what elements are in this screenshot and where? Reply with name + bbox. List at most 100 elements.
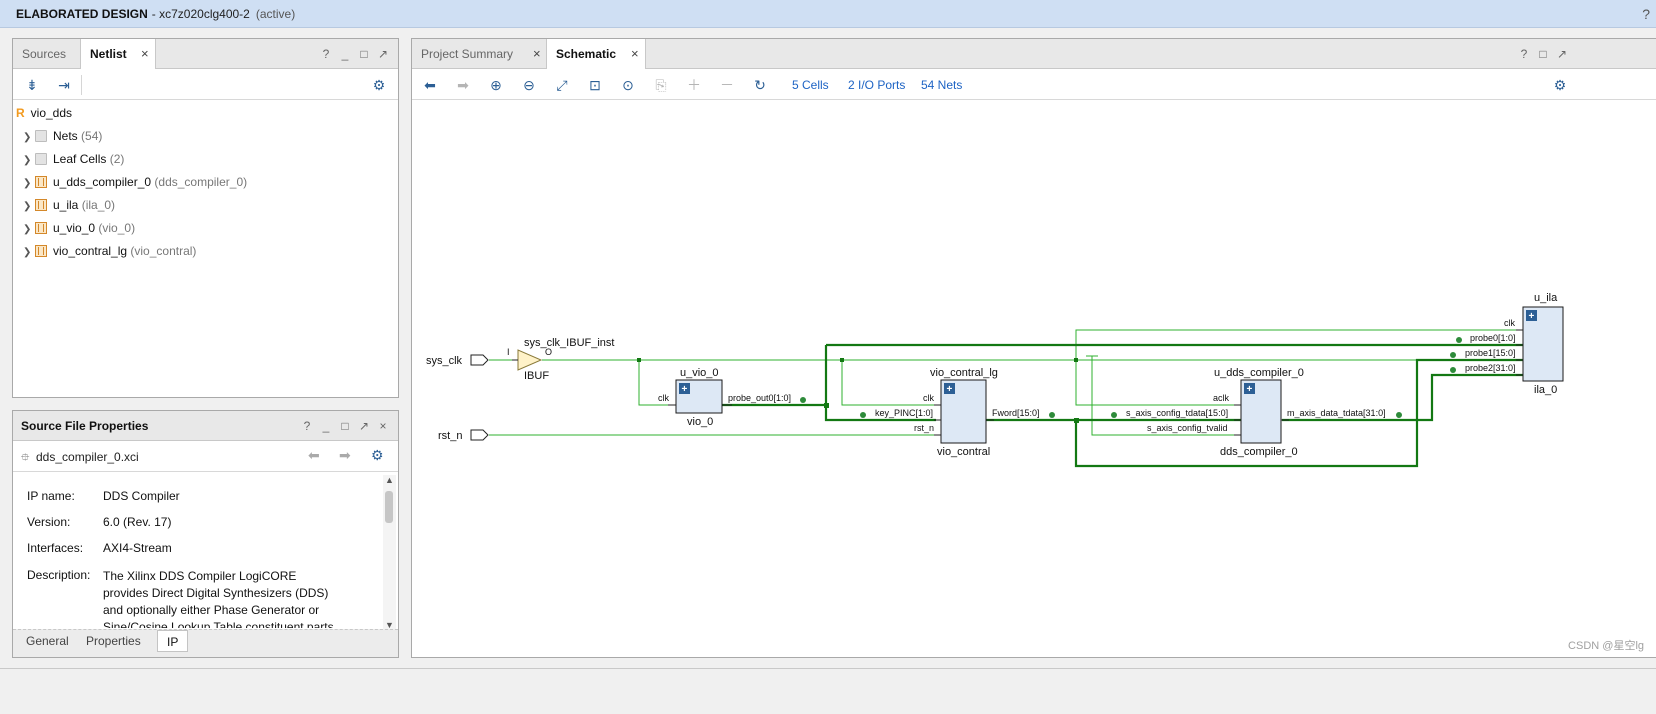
chevron-right-icon: ❯ [23,201,32,212]
properties-header: Source File Properties ? _ □ ↗ × [13,411,398,441]
tree-item-contral[interactable]: ❯ vio_contral_lg (vio_contral) [23,240,196,262]
tab-netlist[interactable]: Netlist × [80,39,156,70]
float-icon[interactable]: ↗ [358,419,370,433]
cell-instance-label: sys_clk_IBUF_inst [524,337,614,349]
float-icon[interactable]: ↗ [1556,47,1568,61]
svg-text:probe2[31:0]: probe2[31:0] [1465,363,1516,373]
properties-body: IP name: DDS Compiler Version: 6.0 (Rev.… [13,473,383,628]
regenerate-icon[interactable]: ⎘ [652,76,670,94]
zoom-in-icon[interactable]: ⊕ [487,76,505,94]
zoom-selection-icon[interactable]: ⊡ [586,76,604,94]
collapse-all-icon[interactable]: ⇟ [23,76,41,94]
close-icon[interactable]: × [533,39,541,69]
junction-dot [824,403,829,408]
scrollbar[interactable]: ▲ ▼ [383,475,396,630]
design-title: ELABORATED DESIGN [16,6,148,21]
cell-icon [35,222,47,234]
back-arrow-icon[interactable]: ⬅ [421,76,439,94]
netlist-tabbar: Sources Netlist × ? _ □ ↗ [13,39,398,70]
float-icon[interactable]: ↗ [377,47,389,61]
cell-type-label: ila_0 [1534,384,1557,396]
port-label: sys_clk [426,355,463,367]
help-icon[interactable]: ? [301,419,313,433]
prop-value: AXI4-Stream [103,541,172,555]
schematic-panel: Project Summary × Schematic × ? □ ↗ ⬅ ➡ … [411,38,1656,658]
tree-item-dds[interactable]: ❯ u_dds_compiler_0 (dds_compiler_0) [23,171,247,193]
svg-text:I: I [507,347,510,357]
cells-link[interactable]: 5 Cells [792,78,829,92]
chevron-right-icon: ❯ [23,178,32,189]
tree-item-leaf-cells[interactable]: ❯ Leaf Cells (2) [23,148,124,170]
svg-text:clk: clk [658,393,669,403]
gear-icon[interactable]: ⚙ [1551,76,1569,94]
chevron-right-icon: ❯ [23,247,32,258]
refresh-icon[interactable]: ↻ [751,76,769,94]
nets-link[interactable]: 54 Nets [921,78,962,92]
description-line: and optionally either Phase Generator or [103,603,320,617]
expand-icon[interactable]: ⇥ [55,76,73,94]
close-icon[interactable]: × [141,39,149,69]
minus-icon[interactable]: － [718,76,736,94]
bus-marker-icon [1111,412,1117,418]
schematic-canvas[interactable]: sys_clk rst_n I O sys_clk_IBUF_inst IBUF… [412,101,1656,657]
crosshair-icon[interactable]: ⊙ [619,76,637,94]
junction-dot [637,358,641,362]
tree-item-ila[interactable]: ❯ u_ila (ila_0) [23,194,115,216]
cell-type-label: vio_0 [687,416,713,428]
file-row: ⯐ dds_compiler_0.xci ⬅ ➡ ⚙ [13,442,398,472]
zoom-out-icon[interactable]: ⊖ [520,76,538,94]
rtl-badge-icon: R [16,106,25,120]
tab-schematic[interactable]: Schematic × [546,39,646,70]
svg-text:s_axis_config_tdata[15:0]: s_axis_config_tdata[15:0] [1126,408,1228,418]
tree-item-nets[interactable]: ❯ Nets (54) [23,125,102,147]
tab-project-summary[interactable]: Project Summary × [412,39,547,69]
contral-cell: + clk key_PINC[1:0] rst_n Fword[15:0] vi… [875,367,1040,458]
maximize-icon[interactable]: □ [339,419,351,433]
plus-icon[interactable]: ＋ [685,76,703,94]
tab-sources[interactable]: Sources [13,39,81,69]
tab-ip[interactable]: IP [157,630,189,652]
forward-arrow-icon[interactable]: ➡ [454,76,472,94]
folder-icon [35,153,47,165]
help-icon[interactable]: ? [320,47,332,61]
forward-arrow-icon[interactable]: ➡ [339,447,351,464]
io-ports-link[interactable]: 2 I/O Ports [848,78,905,92]
cell-type-label: dds_compiler_0 [1220,446,1298,458]
tree-root[interactable]: Rvio_dds [16,102,72,124]
active-status: (active) [255,6,296,21]
cell-type-label: IBUF [524,370,549,382]
scrollbar-thumb [385,491,393,523]
svg-text:rst_n: rst_n [914,423,934,433]
prop-label: IP name: [27,489,75,503]
panel-title: Source File Properties [21,419,149,433]
cell-instance-label: u_dds_compiler_0 [1214,367,1304,379]
port-label: rst_n [438,430,462,442]
svg-text:probe0[1:0]: probe0[1:0] [1470,333,1516,343]
junction-dot [1074,418,1079,423]
maximize-icon[interactable]: □ [358,47,370,61]
watermark: CSDN @星空lg [1568,640,1644,652]
minimize-icon[interactable]: _ [320,419,332,433]
close-icon[interactable]: × [377,419,389,433]
prop-label: Description: [27,568,91,582]
schematic-toolbar: ⬅ ➡ ⊕ ⊖ ⤢ ⊡ ⊙ ⎘ ＋ － ↻ 5 Cells 2 I/O Port… [412,69,1656,100]
description-line: provides Direct Digital Synthesizers (DD… [103,586,329,600]
close-icon[interactable]: × [631,39,639,69]
svg-text:probe1[15:0]: probe1[15:0] [1465,348,1516,358]
back-arrow-icon[interactable]: ⬅ [308,447,320,464]
tree-item-vio[interactable]: ❯ u_vio_0 (vio_0) [23,217,135,239]
gear-icon[interactable]: ⚙ [371,447,384,464]
help-icon[interactable]: ? [1518,47,1530,61]
bus-marker-icon [1450,352,1456,358]
bus-marker-icon [1456,337,1462,343]
prop-label: Version: [27,515,71,529]
maximize-icon[interactable]: □ [1537,47,1549,61]
help-icon[interactable]: ? [1642,6,1650,22]
tab-properties[interactable]: Properties [77,630,150,652]
tab-general[interactable]: General [17,630,78,652]
zoom-fit-icon[interactable]: ⤢ [553,76,571,94]
netlist-panel: Sources Netlist × ? _ □ ↗ ⇟ ⇥ ⚙ Rvio_dds… [12,38,399,398]
gear-icon[interactable]: ⚙ [370,76,388,94]
minimize-icon[interactable]: _ [339,47,351,61]
cell-type-label: vio_contral [937,446,990,458]
